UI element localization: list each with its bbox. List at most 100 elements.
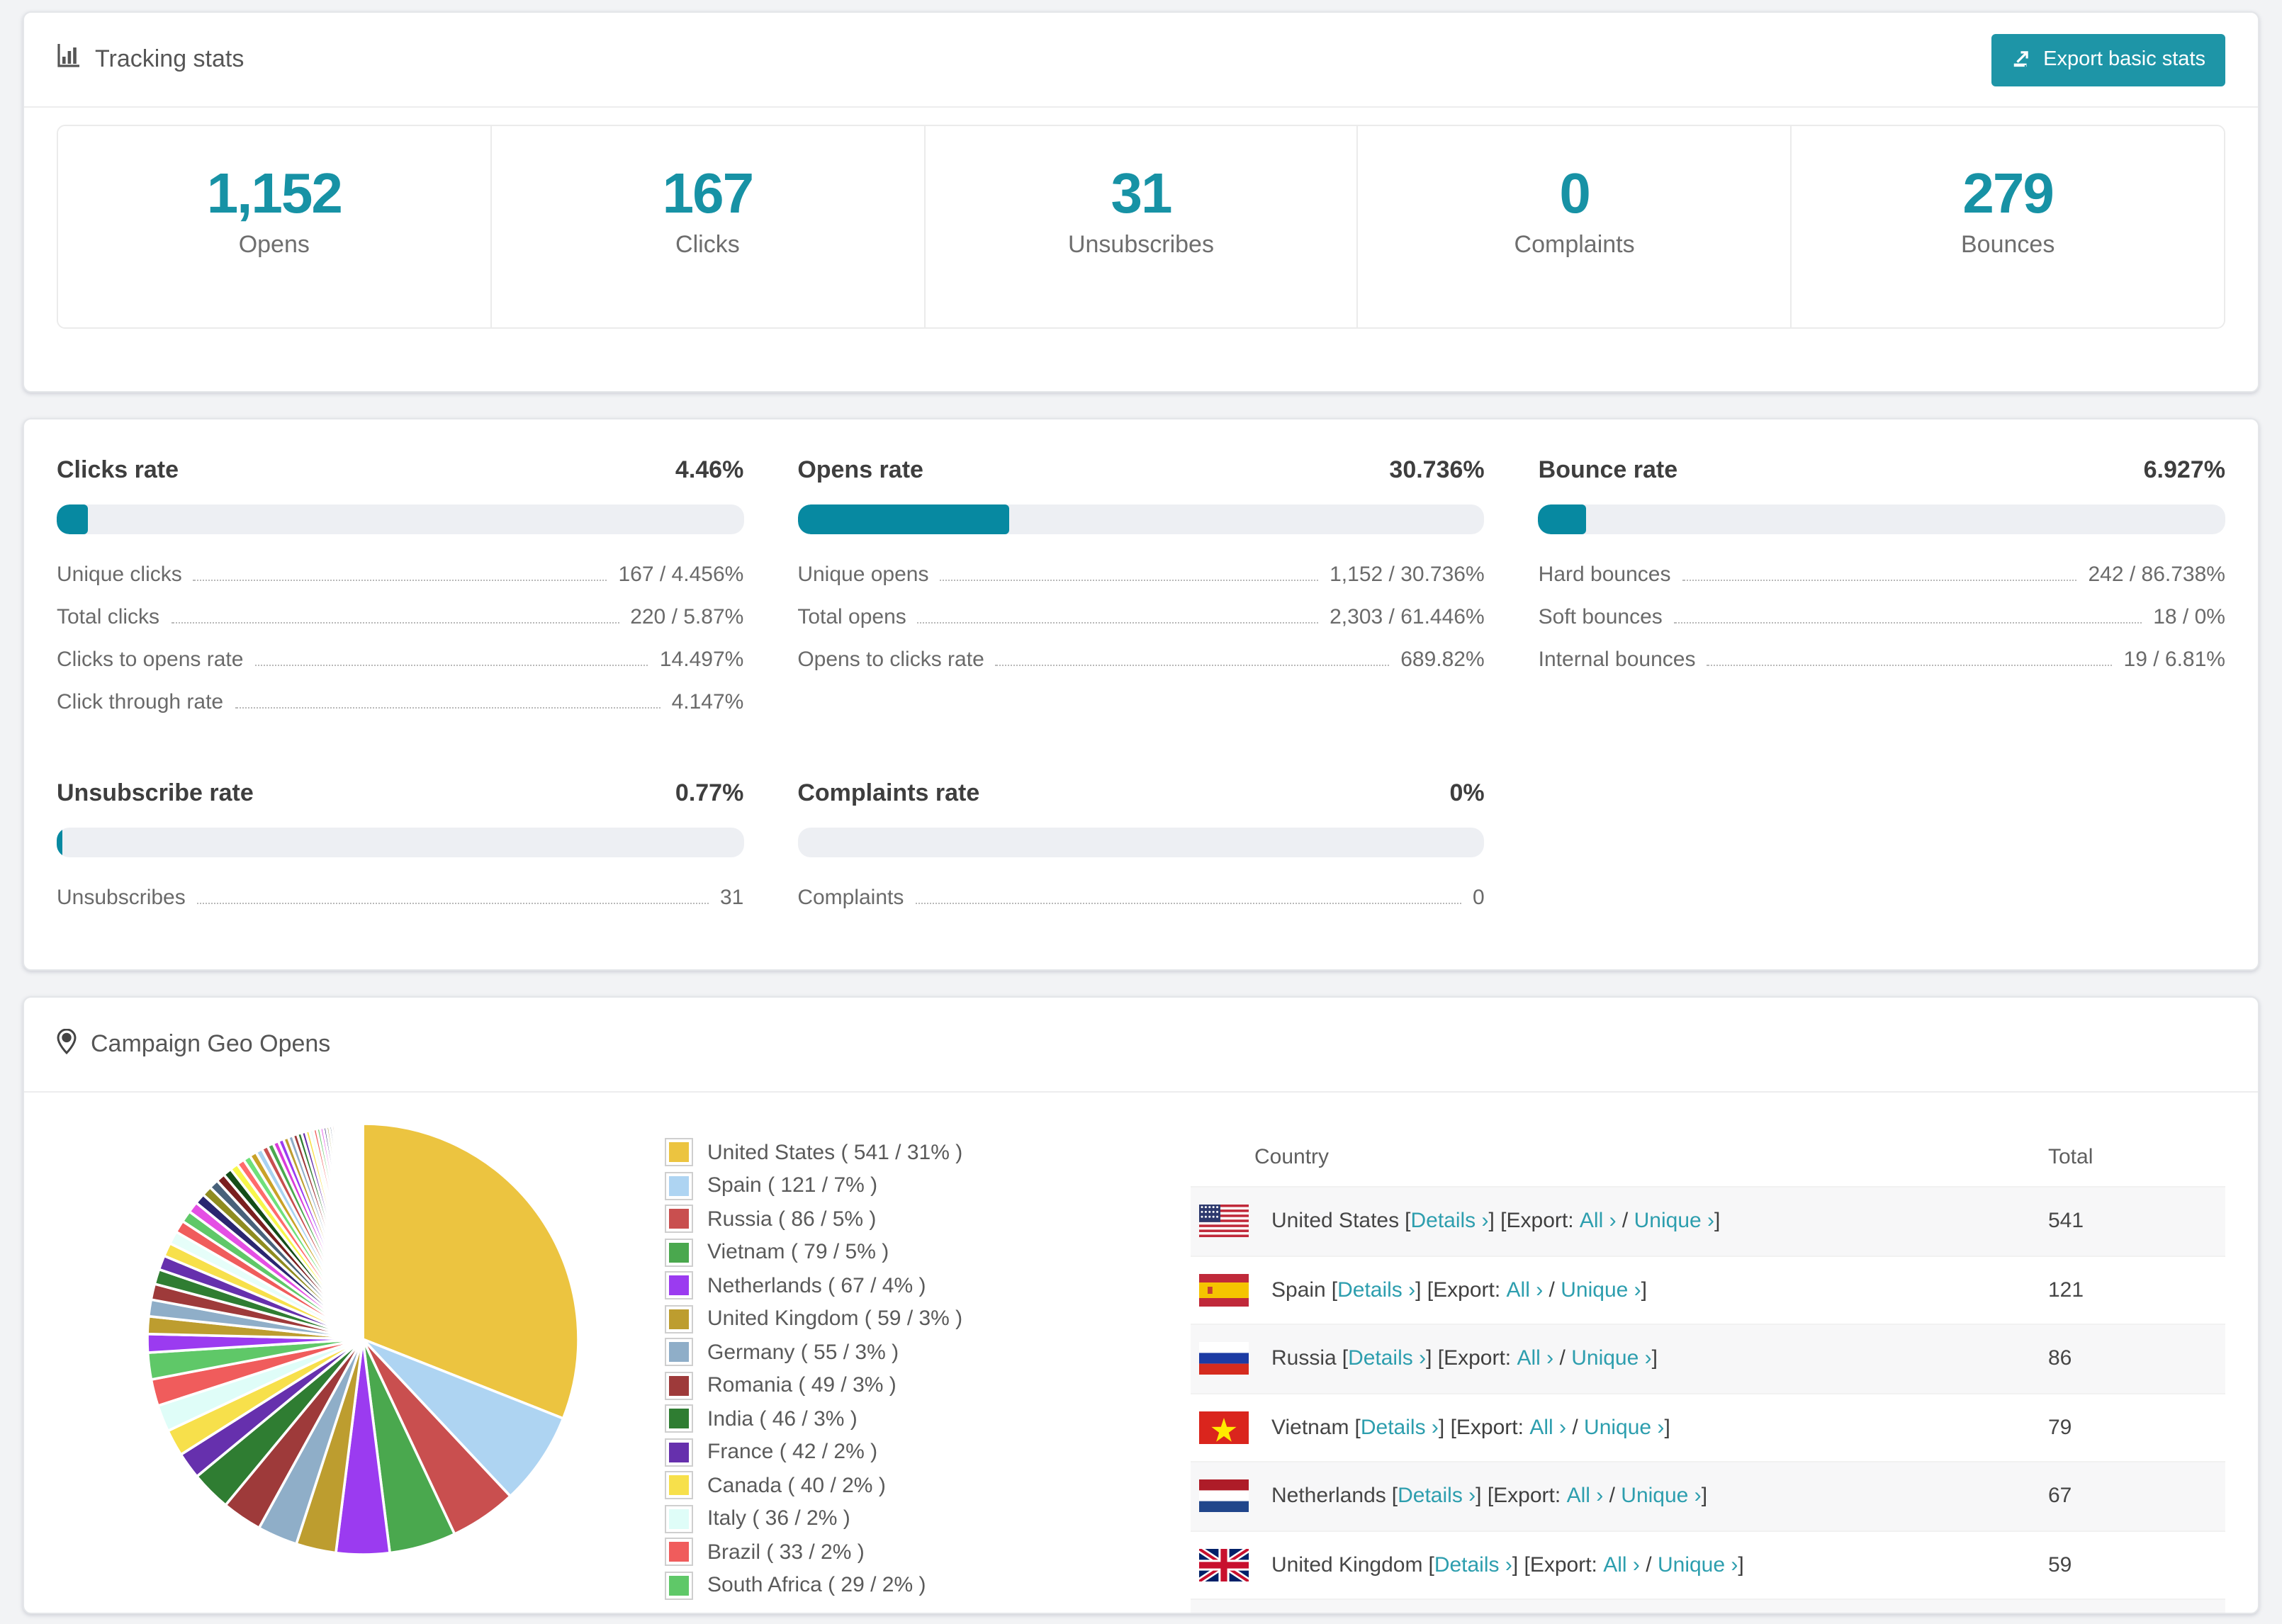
country-flag-icon [1199,1411,1249,1444]
legend-item-france[interactable]: France ( 42 / 2% ) [665,1438,1155,1466]
export-all-link[interactable]: All › [1603,1553,1640,1577]
country-name: Netherlands [1271,1484,1386,1509]
legend-item-spain[interactable]: Spain ( 121 / 7% ) [665,1171,1155,1200]
dotted-leader [196,903,709,904]
geo-table-rows: United States [ Details › ] [Export: All… [1191,1186,2225,1613]
details-link[interactable]: Details › [1410,1209,1488,1234]
rate-detail-row: Hard bounces 242 / 86.738% [1539,563,2225,587]
export-button-label: Export basic stats [2043,48,2205,71]
geo-legend: United States ( 541 / 31% ) Spain ( 121 … [665,1138,1155,1613]
export-all-link[interactable]: All › [1507,1278,1544,1302]
details-link[interactable]: Details › [1434,1553,1512,1577]
stat-box-opens: 1,152 Opens [58,126,492,327]
export-basic-stats-button[interactable]: Export basic stats [1991,33,2225,86]
export-unique-link[interactable]: Unique › [1584,1416,1664,1440]
pie-slice[interactable] [360,1122,364,1340]
geo-opens-title: Campaign Geo Opens [91,1030,331,1057]
rate-detail-label: Total opens [797,605,906,629]
rate-detail-row: Total clicks 220 / 5.87% [57,605,743,629]
rate-detail-value: 242 / 86.738% [2088,563,2225,587]
legend-label: Germany ( 55 / 3% ) [707,1340,899,1364]
geo-table-header-country: Country [1254,1144,1330,1168]
export-unique-link[interactable]: Unique › [1634,1209,1714,1234]
country-total: 79 [2048,1415,2072,1440]
geo-table-row-spain: Spain [ Details › ] [Export: All › / Uni… [1191,1255,2225,1324]
rate-progress-track [797,504,1485,534]
legend-label: India ( 46 / 3% ) [707,1406,858,1431]
rate-detail-row: Clicks to opens rate 14.497% [57,648,743,672]
stat-label: Unsubscribes [1067,231,1214,258]
legend-swatch [665,1338,693,1366]
rate-title: Unsubscribe rate [57,779,254,806]
rate-detail-label: Complaints [797,886,904,910]
dotted-leader [171,622,619,624]
geo-table-row-germany: Germany [ Details › ] [Export: All › / U… [1191,1598,2225,1613]
bar-chart-icon [57,44,81,75]
legend-item-italy[interactable]: Italy ( 36 / 2% ) [665,1504,1155,1533]
stat-box-bounces: 279 Bounces [1792,126,2224,327]
legend-swatch [665,1504,693,1533]
country-flag-icon [1199,1342,1249,1375]
legend-item-romania[interactable]: Romania ( 49 / 3% ) [665,1371,1155,1399]
export-all-link[interactable]: All › [1517,1347,1554,1371]
export-unique-link[interactable]: Unique › [1621,1484,1701,1509]
dotted-leader [1682,580,2077,581]
dotted-leader [193,580,607,581]
rate-detail-value: 4.147% [671,690,744,714]
dotted-leader [940,580,1319,581]
tracking-stats-title-wrap: Tracking stats [57,44,244,75]
rate-progress-track [57,504,744,534]
rate-progress-track [797,828,1485,857]
export-all-link[interactable]: All › [1529,1416,1566,1440]
stat-box-complaints: 0 Complaints [1358,126,1792,327]
stat-value: 1,152 [206,163,343,225]
details-link[interactable]: Details › [1348,1347,1426,1371]
rate-detail-value: 18 / 0% [2153,605,2225,629]
legend-swatch [665,1238,693,1266]
rate-detail-label: Unique clicks [57,563,182,587]
legend-swatch [665,1171,693,1200]
rate-detail-value: 0 [1472,886,1485,910]
export-unique-link[interactable]: Unique › [1561,1278,1641,1302]
details-link[interactable]: Details › [1337,1278,1415,1302]
rate-detail-label: Total clicks [57,605,160,629]
export-unique-link[interactable]: Unique › [1571,1347,1651,1371]
legend-item-netherlands[interactable]: Netherlands ( 67 / 4% ) [665,1271,1155,1299]
export-all-link[interactable]: All › [1567,1484,1604,1509]
legend-item-india[interactable]: India ( 46 / 3% ) [665,1404,1155,1433]
legend-label: Netherlands ( 67 / 4% ) [707,1273,926,1297]
legend-item-russia[interactable]: Russia ( 86 / 5% ) [665,1205,1155,1233]
legend-item-united-kingdom[interactable]: United Kingdom ( 59 / 3% ) [665,1304,1155,1333]
legend-swatch [665,1571,693,1599]
country-flag-icon [1199,1548,1249,1581]
legend-label: Spain ( 121 / 7% ) [707,1173,878,1197]
country-total: 86 [2048,1346,2072,1371]
dotted-leader [995,665,1390,666]
export-all-link[interactable]: All › [1580,1209,1617,1234]
country-name: Russia [1271,1346,1337,1371]
legend-item-canada[interactable]: Canada ( 40 / 2% ) [665,1471,1155,1499]
legend-item-south-africa[interactable]: South Africa ( 29 / 2% ) [665,1571,1155,1599]
rate-block-opens-rate: Opens rate 30.736% Unique opens 1,152 / … [797,456,1485,714]
legend-item-brazil[interactable]: Brazil ( 33 / 2% ) [665,1538,1155,1566]
rate-block-clicks-rate: Clicks rate 4.46% Unique clicks 167 / 4.… [57,456,744,714]
details-link[interactable]: Details › [1398,1484,1476,1509]
legend-label: Romania ( 49 / 3% ) [707,1373,896,1397]
dotted-leader [915,903,1461,904]
export-unique-link[interactable]: Unique › [1658,1553,1738,1577]
geo-table-row-united-kingdom: United Kingdom [ Details › ] [Export: Al… [1191,1530,2225,1598]
legend-swatch [665,1304,693,1333]
stat-label: Complaints [1514,231,1635,258]
geo-table-header-total: Total [2048,1144,2093,1168]
geo-table-row-vietnam: Vietnam [ Details › ] [Export: All › / U… [1191,1392,2225,1461]
legend-item-vietnam[interactable]: Vietnam ( 79 / 5% ) [665,1238,1155,1266]
tracking-stats-header: Tracking stats Export basic stats [24,13,2258,108]
legend-item-united-states[interactable]: United States ( 541 / 31% ) [665,1138,1155,1166]
rate-detail-value: 2,303 / 61.446% [1330,605,1485,629]
country-total: 121 [2048,1278,2084,1302]
details-link[interactable]: Details › [1361,1416,1439,1440]
dotted-leader [1707,665,2113,666]
legend-item-germany[interactable]: Germany ( 55 / 3% ) [665,1338,1155,1366]
legend-swatch [665,1138,693,1166]
map-pin-icon [57,1027,77,1061]
